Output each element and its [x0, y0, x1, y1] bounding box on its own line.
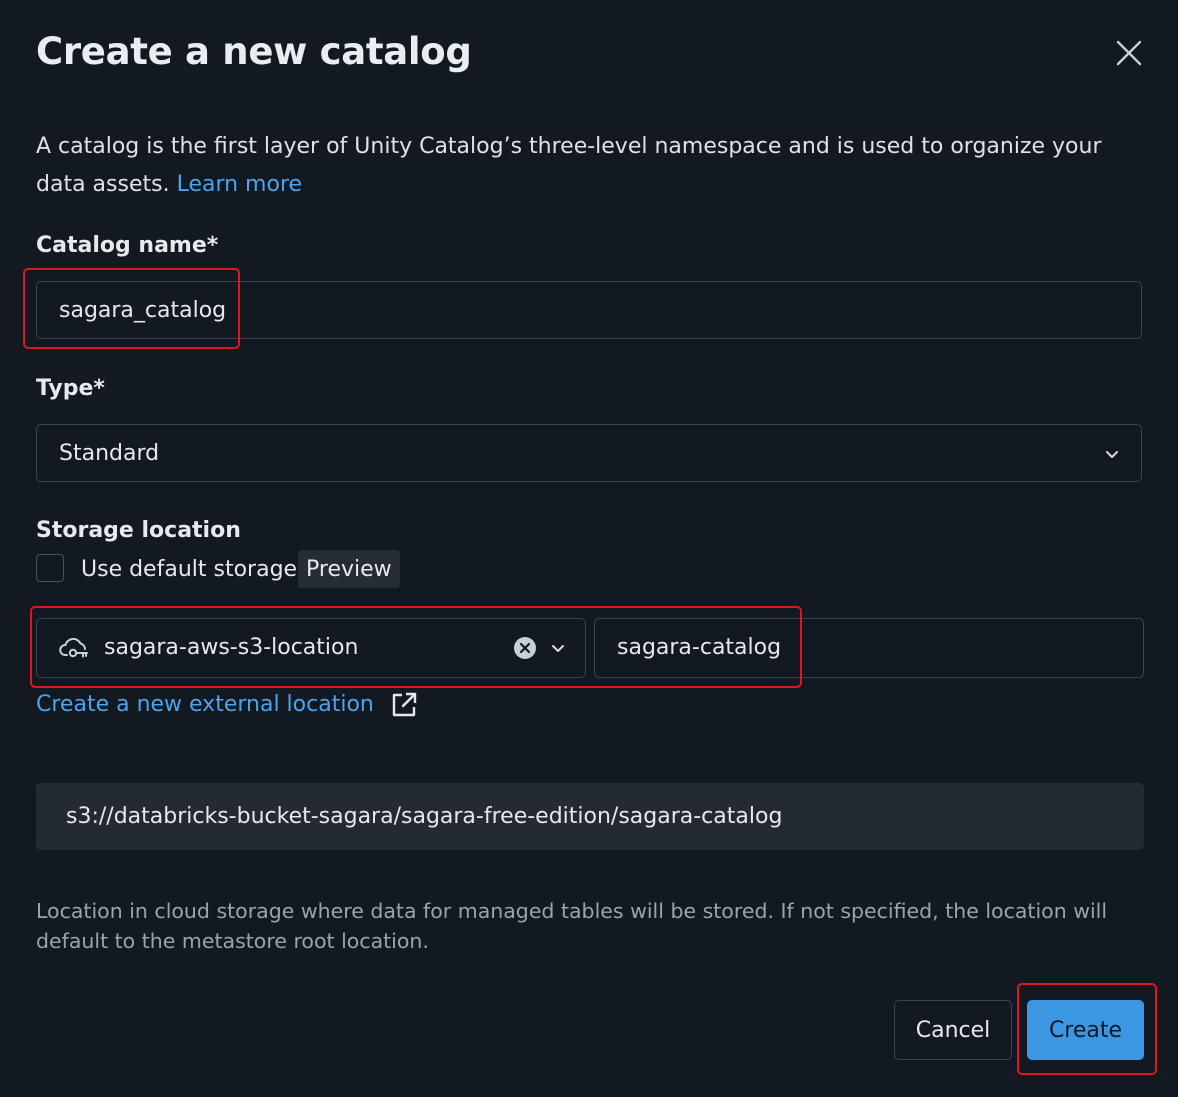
default-storage-checkbox[interactable]: [36, 554, 64, 582]
external-location-select[interactable]: sagara-aws-s3-location: [36, 618, 586, 678]
sub-path-value: sagara-catalog: [617, 635, 782, 660]
dialog-description: A catalog is the first layer of Unity Ca…: [36, 128, 1136, 204]
storage-help-text: Location in cloud storage where data for…: [36, 899, 1108, 953]
create-external-location-link[interactable]: Create a new external location: [36, 688, 418, 722]
type-label: Type*: [36, 376, 105, 401]
default-storage-label: Use default storage: [81, 557, 298, 582]
type-select[interactable]: Standard: [36, 424, 1142, 482]
resolved-path-text: s3://databricks-bucket-sagara/sagara-fre…: [66, 804, 783, 829]
dialog-title: Create a new catalog: [36, 30, 472, 73]
cancel-button[interactable]: Cancel: [894, 1000, 1012, 1060]
preview-badge: Preview: [298, 550, 400, 588]
clear-selection-icon[interactable]: [513, 636, 537, 660]
chevron-down-icon[interactable]: [549, 639, 567, 657]
external-link-icon: [390, 691, 418, 719]
sub-path-input[interactable]: sagara-catalog: [594, 618, 1144, 678]
catalog-name-value: sagara_catalog: [59, 298, 227, 323]
catalog-name-input[interactable]: sagara_catalog: [36, 281, 1142, 339]
catalog-name-label: Catalog name*: [36, 233, 219, 258]
chevron-down-icon: [1103, 445, 1121, 463]
type-selected-value: Standard: [59, 441, 160, 466]
resolved-path-display: s3://databricks-bucket-sagara/sagara-fre…: [36, 783, 1144, 850]
create-external-location-label: Create a new external location: [36, 692, 374, 717]
cloud-key-icon: [59, 635, 91, 661]
learn-more-link[interactable]: Learn more: [177, 172, 302, 197]
create-button[interactable]: Create: [1027, 1000, 1144, 1060]
close-icon: [1116, 40, 1142, 66]
storage-location-label: Storage location: [36, 518, 241, 543]
close-button[interactable]: [1110, 34, 1148, 72]
external-location-value: sagara-aws-s3-location: [104, 635, 359, 660]
